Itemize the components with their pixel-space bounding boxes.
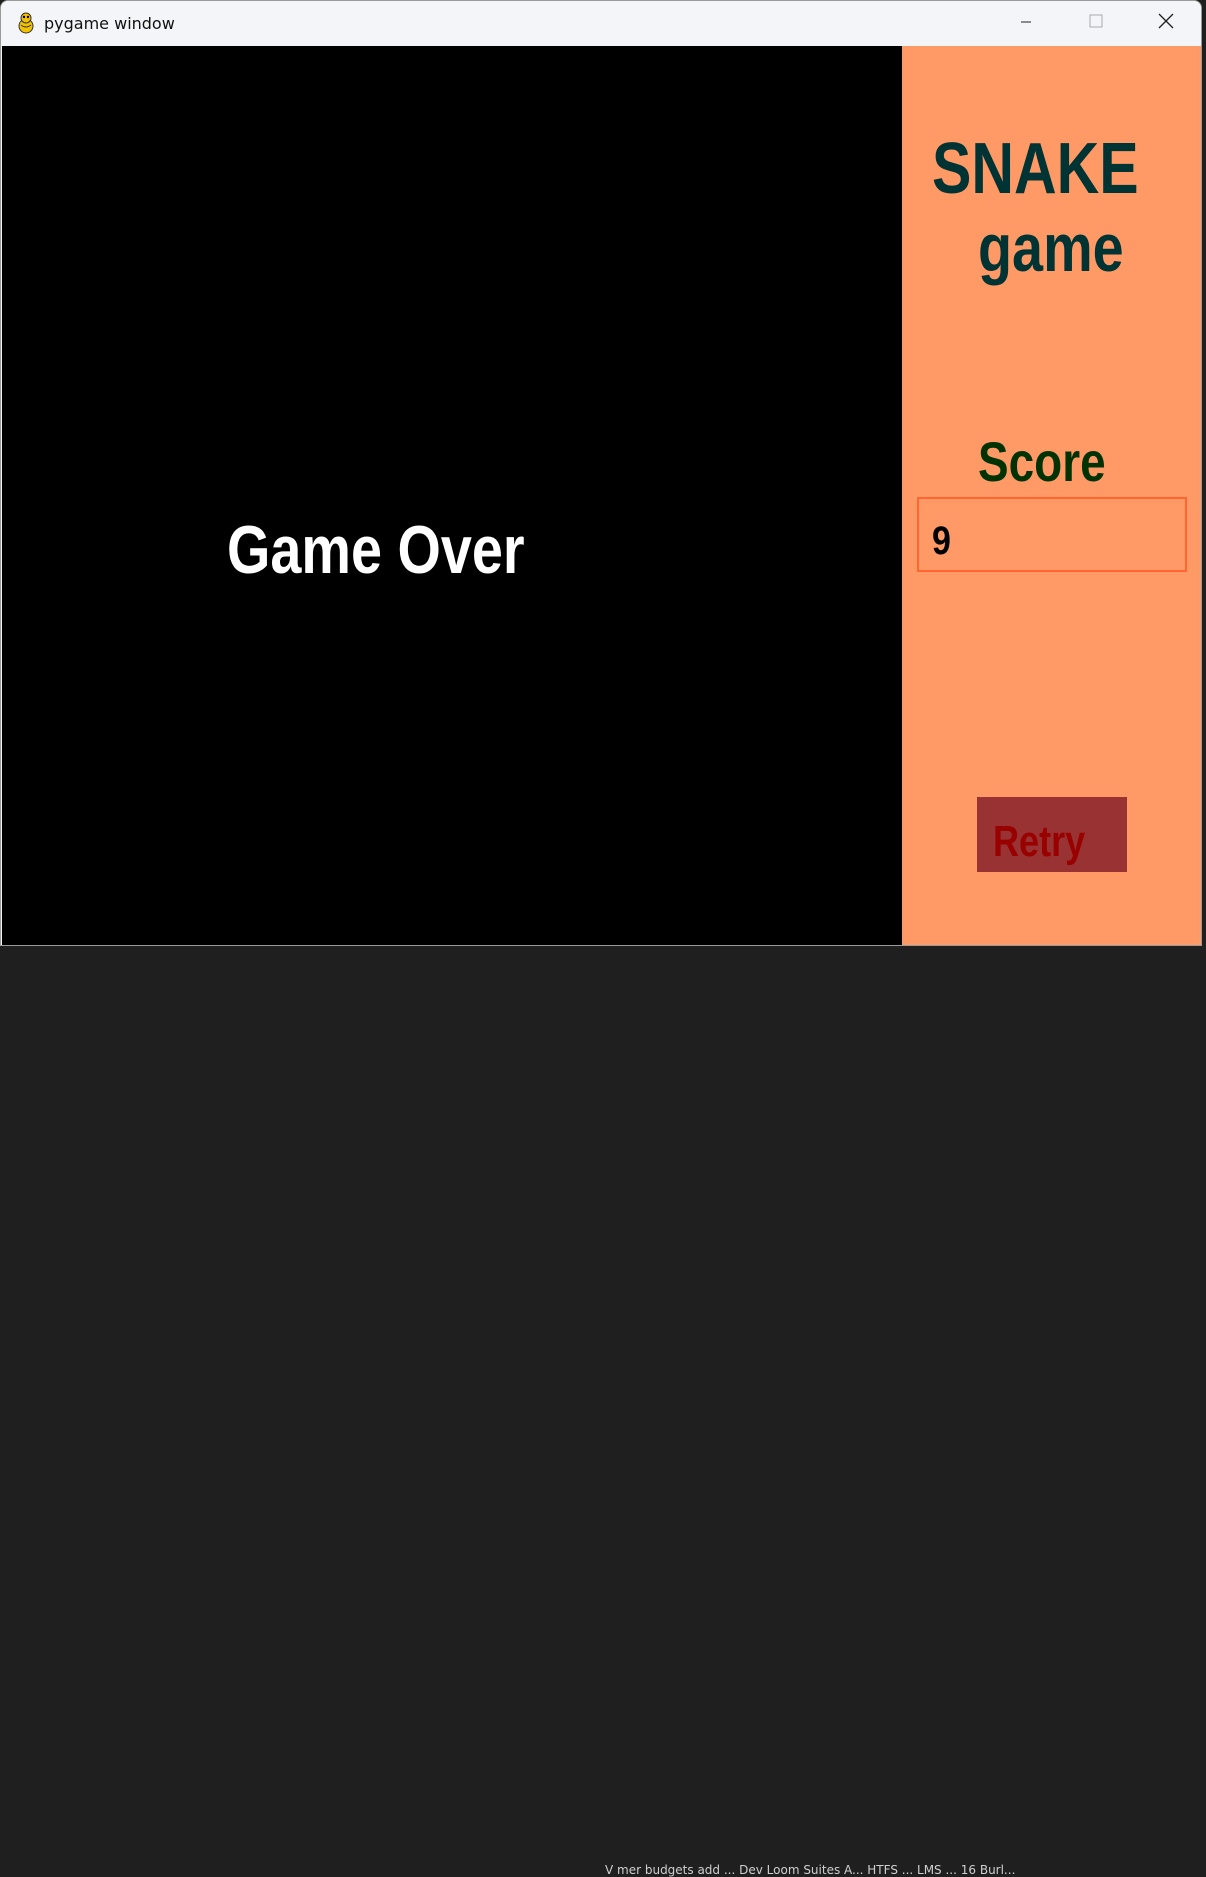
- pygame-window: pygame window Game Over SNAKE game Score…: [0, 0, 1202, 946]
- maximize-button[interactable]: [1061, 1, 1131, 46]
- game-over-text: Game Over: [227, 512, 525, 588]
- minimize-button[interactable]: [991, 1, 1061, 46]
- sidebar-panel: SNAKE game Score 9 Retry: [902, 46, 1201, 945]
- retry-button-label: Retry: [993, 817, 1086, 866]
- minimize-icon: [1020, 15, 1032, 33]
- score-label: Score: [978, 430, 1106, 493]
- game-title-game: game: [978, 210, 1124, 286]
- window-title: pygame window: [44, 14, 175, 33]
- close-icon: [1158, 13, 1174, 34]
- game-title-snake: SNAKE: [932, 129, 1139, 209]
- score-value: 9: [932, 519, 951, 563]
- game-area[interactable]: Game Over: [2, 46, 902, 945]
- title-bar[interactable]: pygame window: [1, 1, 1201, 46]
- maximize-icon: [1089, 14, 1103, 33]
- pygame-snake-icon: [14, 11, 38, 35]
- background-text: V mer budgets add ... Dev Loom Suites A.…: [605, 1863, 1016, 1877]
- close-button[interactable]: [1131, 1, 1201, 46]
- retry-button[interactable]: Retry: [977, 797, 1127, 872]
- score-box: 9: [917, 497, 1187, 572]
